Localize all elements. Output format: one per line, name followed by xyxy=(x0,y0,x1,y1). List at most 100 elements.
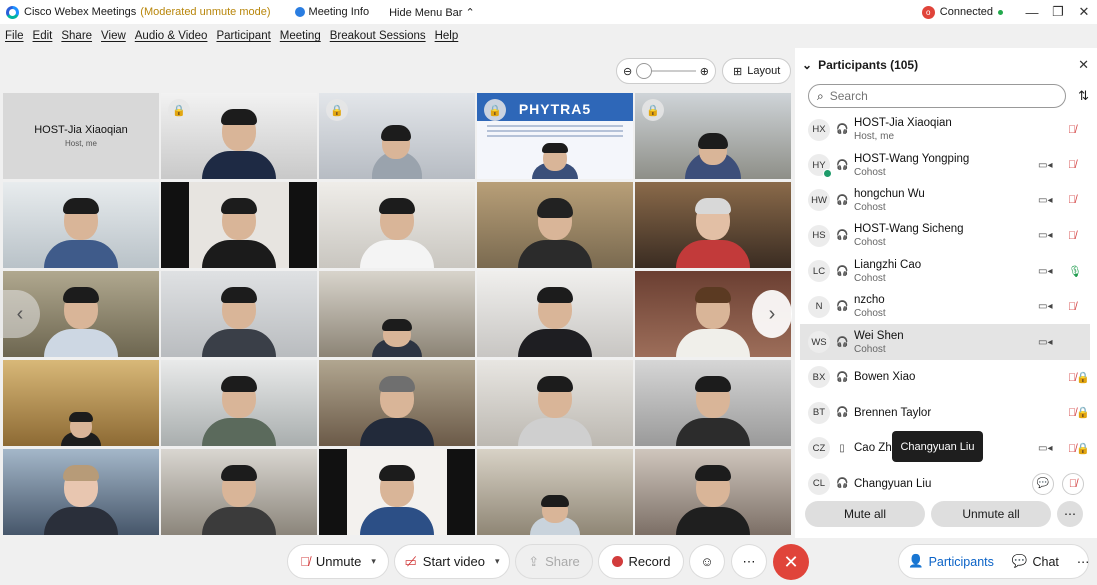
menu-meeting[interactable]: Meeting xyxy=(280,30,321,42)
record-button[interactable]: Record xyxy=(598,544,684,579)
reactions-button[interactable]: ☺ xyxy=(689,544,725,579)
layout-button[interactable]: ⊞ Layout xyxy=(722,58,792,84)
video-tile[interactable] xyxy=(161,449,317,535)
next-page-button[interactable]: › xyxy=(752,290,792,338)
mic-muted-icon: 🎙̸ xyxy=(300,554,310,569)
video-off-icon: ▭̸ xyxy=(404,553,417,569)
video-tile[interactable] xyxy=(319,360,475,446)
video-camera-icon: ▭◂ xyxy=(1038,194,1053,206)
video-tile-presentation[interactable]: PHYTRA5 🔒 xyxy=(477,93,633,179)
close-panel-icon[interactable]: ✕ xyxy=(1078,57,1089,73)
participant-row[interactable]: N 🎧 nzcho Cohost ▭◂ 🎙̸ xyxy=(800,289,1090,324)
participant-row[interactable]: HW 🎧 hongchun Wu Cohost ▭◂ 🎙̸ xyxy=(800,183,1090,218)
participant-search[interactable]: ⌕ xyxy=(808,84,1066,108)
zoom-knob[interactable] xyxy=(636,63,653,79)
video-tile[interactable] xyxy=(319,182,475,268)
video-tile[interactable]: 🔒 xyxy=(161,93,317,179)
search-input[interactable] xyxy=(829,89,1030,103)
more-button[interactable]: ⋯ xyxy=(731,544,767,579)
zoom-slider[interactable]: ⊖ ⊕ xyxy=(616,58,716,84)
share-button[interactable]: ⇪ Share xyxy=(515,544,593,579)
close-icon[interactable]: ✕ xyxy=(1071,0,1097,24)
participant-row[interactable]: LC 🎧 Liangzhi Cao Cohost ▭◂ 🎙 xyxy=(800,254,1090,289)
more-options-button[interactable]: ⋯ xyxy=(1057,501,1083,527)
participant-row[interactable]: HS 🎧 HOST-Wang Sicheng Cohost ▭◂ 🎙̸ xyxy=(800,218,1090,253)
participant-row[interactable]: BX 🎧 Bowen Xiao 🎙̸🔒 xyxy=(800,360,1090,395)
connection-status[interactable]: o Connected xyxy=(921,5,1003,19)
participant-row[interactable]: BT 🎧 Brennen Taylor 🎙̸🔒 xyxy=(800,395,1090,430)
video-tile[interactable] xyxy=(477,360,633,446)
zoom-out-icon[interactable]: ⊖ xyxy=(623,65,632,78)
video-tile[interactable] xyxy=(477,449,633,535)
mic-active-icon[interactable]: 🎙 xyxy=(1068,265,1082,278)
video-tile[interactable] xyxy=(3,449,159,535)
title-bar: Cisco Webex Meetings (Moderated unmute m… xyxy=(0,0,1097,24)
mute-all-button[interactable]: Mute all xyxy=(805,501,925,527)
chat-bubble-icon[interactable]: 💬 xyxy=(1032,472,1054,495)
mic-muted-icon[interactable]: 🎙̸ xyxy=(1062,472,1084,495)
menu-participant[interactable]: Participant xyxy=(216,30,270,42)
menu-share[interactable]: Share xyxy=(61,30,92,42)
video-tile[interactable] xyxy=(477,182,633,268)
info-icon xyxy=(294,7,305,17)
restore-icon[interactable]: ❐ xyxy=(1045,0,1071,24)
avatar: CL xyxy=(808,472,830,495)
participants-button[interactable]: 👤 Participants xyxy=(899,544,1003,579)
mic-locked-icon[interactable]: 🎙̸🔒 xyxy=(1068,406,1090,419)
menu-view[interactable]: View xyxy=(101,30,126,42)
avatar: HX xyxy=(808,118,830,141)
video-tile[interactable]: 🔒 xyxy=(635,93,791,179)
mic-locked-icon[interactable]: 🎙̸🔒 xyxy=(1068,371,1090,384)
video-tile[interactable] xyxy=(635,360,791,446)
video-tile[interactable]: 🔒 xyxy=(319,93,475,179)
mic-muted-icon[interactable]: 🎙̸ xyxy=(1068,301,1076,313)
record-icon xyxy=(611,556,623,567)
more-panels-button[interactable]: ⋯ xyxy=(1068,544,1097,579)
hide-menu-bar-button[interactable]: Hide Menu Bar ⌃ xyxy=(389,6,475,19)
menu-help[interactable]: Help xyxy=(435,30,459,42)
video-tile[interactable] xyxy=(319,449,475,535)
video-tile[interactable] xyxy=(3,182,159,268)
panel-actions: Mute all Unmute all ⋯ xyxy=(805,501,1083,527)
chevron-down-icon[interactable]: ▾ xyxy=(495,556,500,567)
participant-row[interactable]: CL 🎧 Changyuan Liu 💬 🎙̸ xyxy=(800,466,1090,501)
meeting-info-button[interactable]: Meeting Info xyxy=(294,6,369,18)
video-tile[interactable] xyxy=(477,271,633,357)
menu-edit[interactable]: Edit xyxy=(33,30,53,42)
zoom-in-icon[interactable]: ⊕ xyxy=(700,65,709,78)
menu-file[interactable]: File xyxy=(5,30,24,42)
lock-icon: 🔒 xyxy=(642,99,664,121)
video-tile[interactable] xyxy=(161,271,317,357)
unmute-button[interactable]: 🎙̸ Unmute ▾ xyxy=(287,544,389,579)
start-video-button[interactable]: ▭̸ Start video ▾ xyxy=(394,544,510,579)
participant-row[interactable]: HX 🎧 HOST-Jia Xiaoqian Host, me 🎙̸ xyxy=(800,112,1090,147)
avatar: WS xyxy=(808,331,830,354)
sort-icon[interactable]: ⇅ xyxy=(1078,88,1089,104)
mic-muted-icon[interactable]: 🎙̸ xyxy=(1068,230,1076,242)
minimize-icon[interactable]: — xyxy=(1019,0,1045,24)
chat-button[interactable]: 💬 Chat xyxy=(1003,544,1068,579)
mic-muted-icon[interactable]: 🎙̸ xyxy=(1068,124,1076,136)
end-meeting-button[interactable]: ✕ xyxy=(773,544,809,580)
menu-breakout-sessions[interactable]: Breakout Sessions xyxy=(330,30,426,42)
mic-muted-icon[interactable]: 🎙̸ xyxy=(1068,159,1076,171)
video-tile[interactable] xyxy=(161,182,317,268)
chevron-down-icon[interactable]: ⌄ xyxy=(802,58,812,72)
video-tile[interactable] xyxy=(635,182,791,268)
menu-audio-video[interactable]: Audio & Video xyxy=(135,30,208,42)
video-tile[interactable] xyxy=(319,271,475,357)
mic-locked-icon[interactable]: 🎙̸🔒 xyxy=(1068,442,1090,455)
video-tile[interactable] xyxy=(3,360,159,446)
mic-muted-icon[interactable]: 🎙̸ xyxy=(1068,194,1076,206)
unmute-all-button[interactable]: Unmute all xyxy=(931,501,1051,527)
smiley-icon: ☺ xyxy=(700,554,714,569)
video-tile-host[interactable]: HOST-Jia Xiaoqian Host, me xyxy=(3,93,159,179)
participant-row[interactable]: WS 🎧 Wei Shen Cohost ▭◂ xyxy=(800,324,1090,360)
video-tile[interactable] xyxy=(635,449,791,535)
headset-icon: 🎧 xyxy=(836,301,849,313)
avatar: HW xyxy=(808,189,830,212)
chevron-down-icon[interactable]: ▾ xyxy=(371,556,376,567)
headset-icon: 🎧 xyxy=(836,478,849,490)
participant-row[interactable]: HY 🎧 HOST-Wang Yongping Cohost ▭◂ 🎙̸ xyxy=(800,147,1090,182)
video-tile[interactable] xyxy=(161,360,317,446)
